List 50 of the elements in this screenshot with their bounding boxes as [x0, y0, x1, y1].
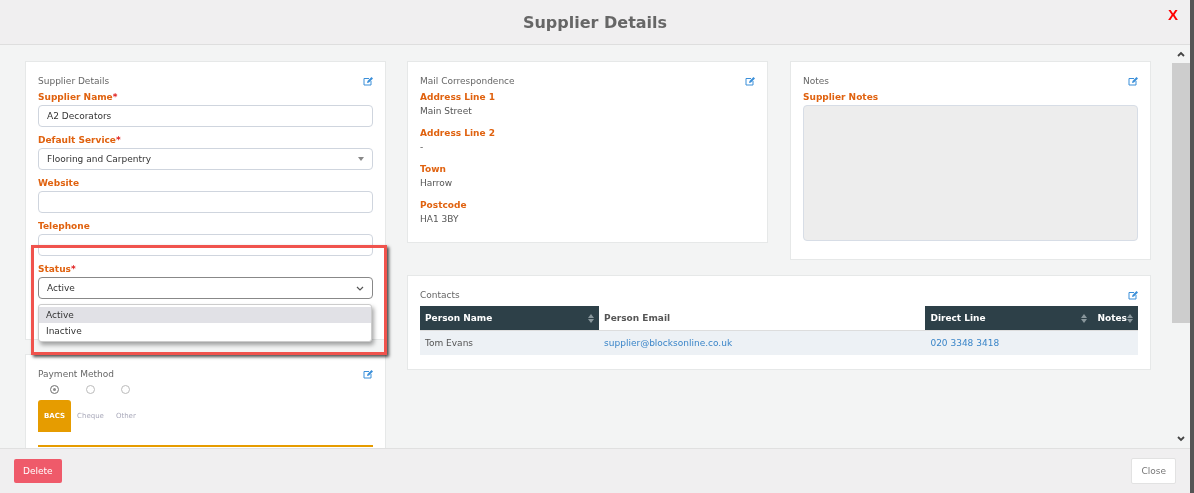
card-title: Mail Correspondence [420, 76, 515, 86]
field-value: HA1 3BY [420, 214, 460, 224]
chevron-up-icon[interactable] [1176, 49, 1186, 59]
edit-icon[interactable] [363, 369, 373, 379]
column-header[interactable]: Person Name [420, 306, 600, 331]
sort-icon[interactable] [1081, 313, 1088, 323]
radio-button[interactable] [85, 385, 95, 394]
field-label: Status* [38, 264, 77, 274]
radio-button[interactable] [121, 385, 131, 394]
field-label: Supplier Name* [38, 92, 119, 102]
status-select[interactable]: Active [38, 277, 373, 299]
input-field[interactable] [38, 234, 373, 256]
field-value: Harrow [420, 178, 454, 188]
table-link[interactable]: supplier@blocksonline.co.uk [604, 338, 733, 348]
field-label: Website [38, 178, 80, 188]
dropdown-option[interactable]: Inactive [39, 323, 371, 339]
sort-icon[interactable] [588, 313, 595, 323]
card-title: Notes [803, 76, 829, 86]
caret-down-icon [358, 157, 364, 161]
field-label: Telephone [38, 221, 91, 231]
edit-icon[interactable] [745, 76, 755, 86]
field-label: Address Line 2 [420, 128, 496, 138]
dropdown-option[interactable]: Active [39, 307, 371, 323]
field-label: Default Service* [38, 135, 122, 145]
table-cell: Tom Evans [420, 330, 600, 355]
field-label: Address Line 1 [420, 92, 496, 102]
field-label: Postcode [420, 200, 468, 210]
field-value: Main Street [420, 106, 473, 116]
card-title: Contacts [420, 290, 460, 300]
table-link[interactable]: 020 3348 3418 [930, 338, 1000, 348]
card-title: Payment Method [38, 369, 115, 379]
input-field[interactable]: A2 Decorators [38, 105, 373, 127]
radio-button[interactable] [50, 385, 60, 394]
input-field[interactable] [38, 191, 373, 213]
sort-icon[interactable] [1127, 313, 1133, 323]
card-title: Supplier Details [38, 76, 110, 86]
column-header[interactable]: Direct Line [925, 306, 1093, 331]
column-header[interactable]: Notes [1092, 306, 1138, 331]
service-select[interactable]: Flooring and Carpentry [38, 148, 373, 170]
edit-icon[interactable] [1128, 76, 1138, 86]
column-header[interactable]: Person Email [599, 306, 926, 331]
chevron-down-icon[interactable] [1176, 434, 1186, 444]
modal-title: Supplier Details [522, 12, 668, 32]
edit-icon[interactable] [363, 76, 373, 86]
close-button[interactable]: Close [1131, 458, 1176, 484]
chevron-down-icon [356, 285, 364, 291]
edit-icon[interactable] [1128, 290, 1138, 300]
field-label: Town [420, 164, 447, 174]
field-label: Supplier Notes [803, 92, 880, 102]
field-value: - [420, 142, 425, 152]
